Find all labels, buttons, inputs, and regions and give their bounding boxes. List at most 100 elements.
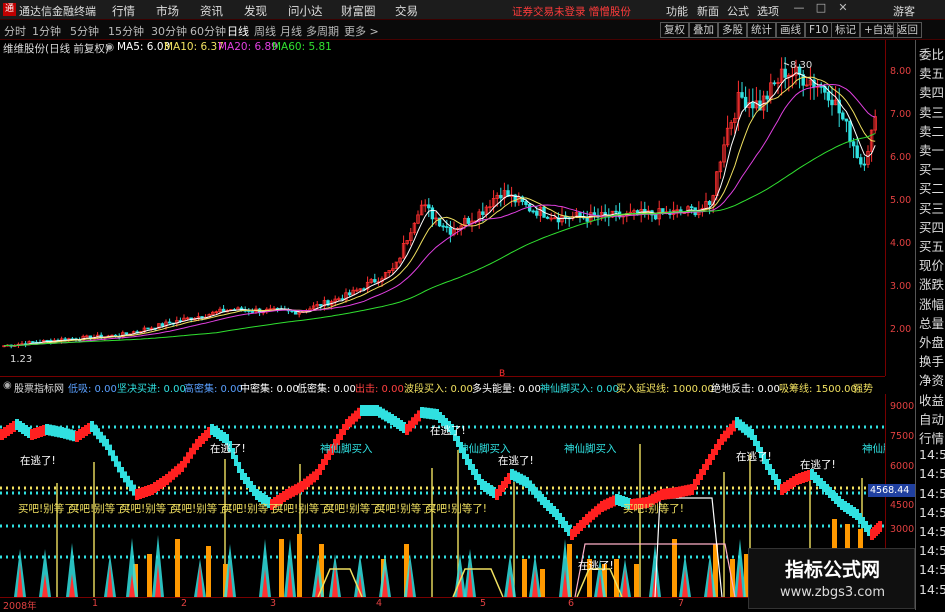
shenxian-buy-label: 神仙脚买入 bbox=[458, 442, 511, 455]
sidebar-item[interactable]: 现价 bbox=[919, 255, 944, 274]
pane-divider[interactable] bbox=[0, 376, 885, 377]
period-60min[interactable]: 60分钟 bbox=[190, 23, 226, 39]
indicator-orange-bar bbox=[672, 539, 677, 597]
menu-news[interactable]: 资讯 bbox=[200, 3, 223, 19]
f10-button[interactable]: F10 bbox=[805, 22, 833, 38]
sidebar-item[interactable]: 14:5 bbox=[919, 466, 945, 481]
close-icon[interactable]: ✕ bbox=[834, 1, 852, 18]
sidebar-item[interactable]: 卖一 bbox=[919, 140, 944, 159]
indicator-gear-icon[interactable]: ◉ bbox=[3, 380, 12, 391]
sidebar-item[interactable]: 买四 bbox=[919, 217, 944, 236]
candle-body bbox=[826, 91, 831, 101]
candle-body bbox=[765, 95, 769, 100]
sidebar-item[interactable]: 买五 bbox=[919, 236, 944, 255]
candlestick-chart[interactable]: 8.30 1.23 B bbox=[0, 55, 885, 376]
menu-formula[interactable]: 公式 bbox=[727, 3, 749, 19]
mark-button[interactable]: 标记 bbox=[831, 22, 860, 38]
period-multi[interactable]: 多周期 bbox=[306, 23, 339, 39]
draw-button[interactable]: 画线 bbox=[776, 22, 805, 38]
sidebar-item[interactable]: 买三 bbox=[919, 198, 944, 217]
sidebar-item[interactable]: 外盘 bbox=[919, 332, 944, 351]
period-5min[interactable]: 5分钟 bbox=[70, 23, 99, 39]
minimize-icon[interactable]: — bbox=[790, 1, 808, 18]
sidebar-item[interactable]: 卖二 bbox=[919, 121, 944, 140]
candle-body bbox=[373, 279, 377, 283]
price-tick: 5.00 bbox=[890, 195, 912, 206]
sidebar-item[interactable]: 收益 bbox=[919, 390, 944, 409]
period-30min[interactable]: 30分钟 bbox=[151, 23, 187, 39]
candle-body bbox=[250, 311, 255, 313]
ma10-label: MA10: 6.37 bbox=[164, 41, 224, 53]
menu-trade[interactable]: 交易 bbox=[395, 3, 418, 19]
quote-sidebar: 委比 卖五 卖四 卖三 卖二 卖一 买一 买二 买三 买四 买五 现价 涨跌 涨幅 总量 外盘 换手 净资 收益 自动… bbox=[915, 40, 945, 610]
menu-options[interactable]: 选项 bbox=[757, 3, 779, 19]
indicator-orange-bar bbox=[634, 564, 639, 597]
stats-button[interactable]: 统计 bbox=[747, 22, 776, 38]
sidebar-item[interactable]: 总量 bbox=[919, 313, 944, 332]
sidebar-item[interactable]: 行情 bbox=[919, 428, 944, 447]
menu-guest[interactable]: 游客 bbox=[893, 3, 915, 19]
sidebar-item[interactable]: 买一 bbox=[919, 159, 944, 178]
maximize-icon[interactable]: □ bbox=[812, 1, 830, 18]
sidebar-item[interactable]: 自动 bbox=[919, 409, 944, 428]
sidebar-item[interactable]: 涨跌 bbox=[919, 274, 944, 293]
indicator-item: 吸筹线: 1500.00 bbox=[779, 384, 857, 394]
period-more[interactable]: 更多 > bbox=[344, 23, 379, 39]
sidebar-item[interactable]: 委比 bbox=[919, 44, 944, 63]
sidebar-item[interactable]: 14:5 bbox=[919, 486, 945, 501]
date-tick: 1 bbox=[92, 598, 99, 609]
multi-stock-button[interactable]: 多股 bbox=[718, 22, 747, 38]
candle-body bbox=[844, 118, 849, 122]
period-1min[interactable]: 1分钟 bbox=[32, 23, 61, 39]
escape-label: 在逃了! bbox=[578, 559, 614, 572]
period-monthly[interactable]: 月线 bbox=[280, 23, 302, 39]
overlay-button[interactable]: 叠加 bbox=[689, 22, 718, 38]
settings-gear-icon[interactable]: ◉ bbox=[105, 41, 114, 53]
sidebar-item[interactable]: 净资 bbox=[919, 370, 944, 389]
sidebar-item[interactable]: 14:5 bbox=[919, 562, 945, 577]
candle-body bbox=[319, 304, 323, 307]
period-tick[interactable]: 分时 bbox=[4, 23, 26, 39]
candle-body bbox=[340, 298, 345, 301]
period-daily[interactable]: 日线 bbox=[227, 23, 249, 39]
escape-label: 在逃了! bbox=[800, 458, 836, 471]
indicator-item: 买入延迟线: 1000.00 bbox=[616, 384, 714, 394]
sidebar-item[interactable]: 卖三 bbox=[919, 102, 944, 121]
indicator-item: 多头能量: 0.00 bbox=[472, 384, 541, 394]
main-chart-header: 维维股份(日线 前复权) ◉ MA5: 6.03 MA10: 6.37 MA20… bbox=[0, 40, 885, 55]
menu-market[interactable]: 市场 bbox=[156, 3, 179, 19]
sidebar-item[interactable]: 涨幅 bbox=[919, 294, 944, 313]
indicator-orange-bar bbox=[206, 546, 211, 597]
sidebar-item[interactable]: 卖五 bbox=[919, 63, 944, 82]
candle-body bbox=[524, 201, 528, 205]
sidebar-item[interactable]: 14:5 bbox=[919, 582, 945, 597]
menu-discover[interactable]: 发现 bbox=[244, 3, 267, 19]
back-button[interactable]: 返回 bbox=[893, 22, 922, 38]
escape-label: 在逃了! bbox=[498, 454, 534, 467]
ma5-label: MA5: 6.03 bbox=[117, 41, 171, 53]
menu-function[interactable]: 功能 bbox=[666, 3, 688, 19]
login-notice[interactable]: 证券交易未登录 憎憎股份 bbox=[512, 4, 631, 19]
date-tick: 3 bbox=[270, 598, 277, 609]
candle-body bbox=[430, 207, 435, 220]
sidebar-item[interactable]: 14:5 bbox=[919, 524, 945, 539]
menu-wealth[interactable]: 财富圈 bbox=[341, 3, 376, 19]
candle-body bbox=[859, 157, 863, 165]
indicator-orange-bar bbox=[297, 534, 302, 597]
adjust-button[interactable]: 复权 bbox=[660, 22, 689, 38]
period-weekly[interactable]: 周线 bbox=[254, 23, 276, 39]
sidebar-item[interactable]: 买二 bbox=[919, 178, 944, 197]
shenxian-buy-label: 神仙脚买入 bbox=[862, 442, 885, 455]
sidebar-item[interactable]: 14:5 bbox=[919, 543, 945, 558]
sidebar-item[interactable]: 14:5 bbox=[919, 447, 945, 462]
sidebar-item[interactable]: 14:5 bbox=[919, 505, 945, 520]
date-tick: 4 bbox=[376, 598, 383, 609]
menu-wenxiaoda[interactable]: 问小达 bbox=[288, 3, 323, 19]
sidebar-item[interactable]: 换手 bbox=[919, 351, 944, 370]
menu-new-screen[interactable]: 新面 bbox=[697, 3, 719, 19]
period-15min[interactable]: 15分钟 bbox=[108, 23, 144, 39]
menu-quotes[interactable]: 行情 bbox=[112, 3, 135, 19]
sidebar-item[interactable]: 卖四 bbox=[919, 82, 944, 101]
candle-body bbox=[819, 85, 823, 88]
stock-label: 维维股份(日线 前复权) bbox=[3, 43, 110, 55]
